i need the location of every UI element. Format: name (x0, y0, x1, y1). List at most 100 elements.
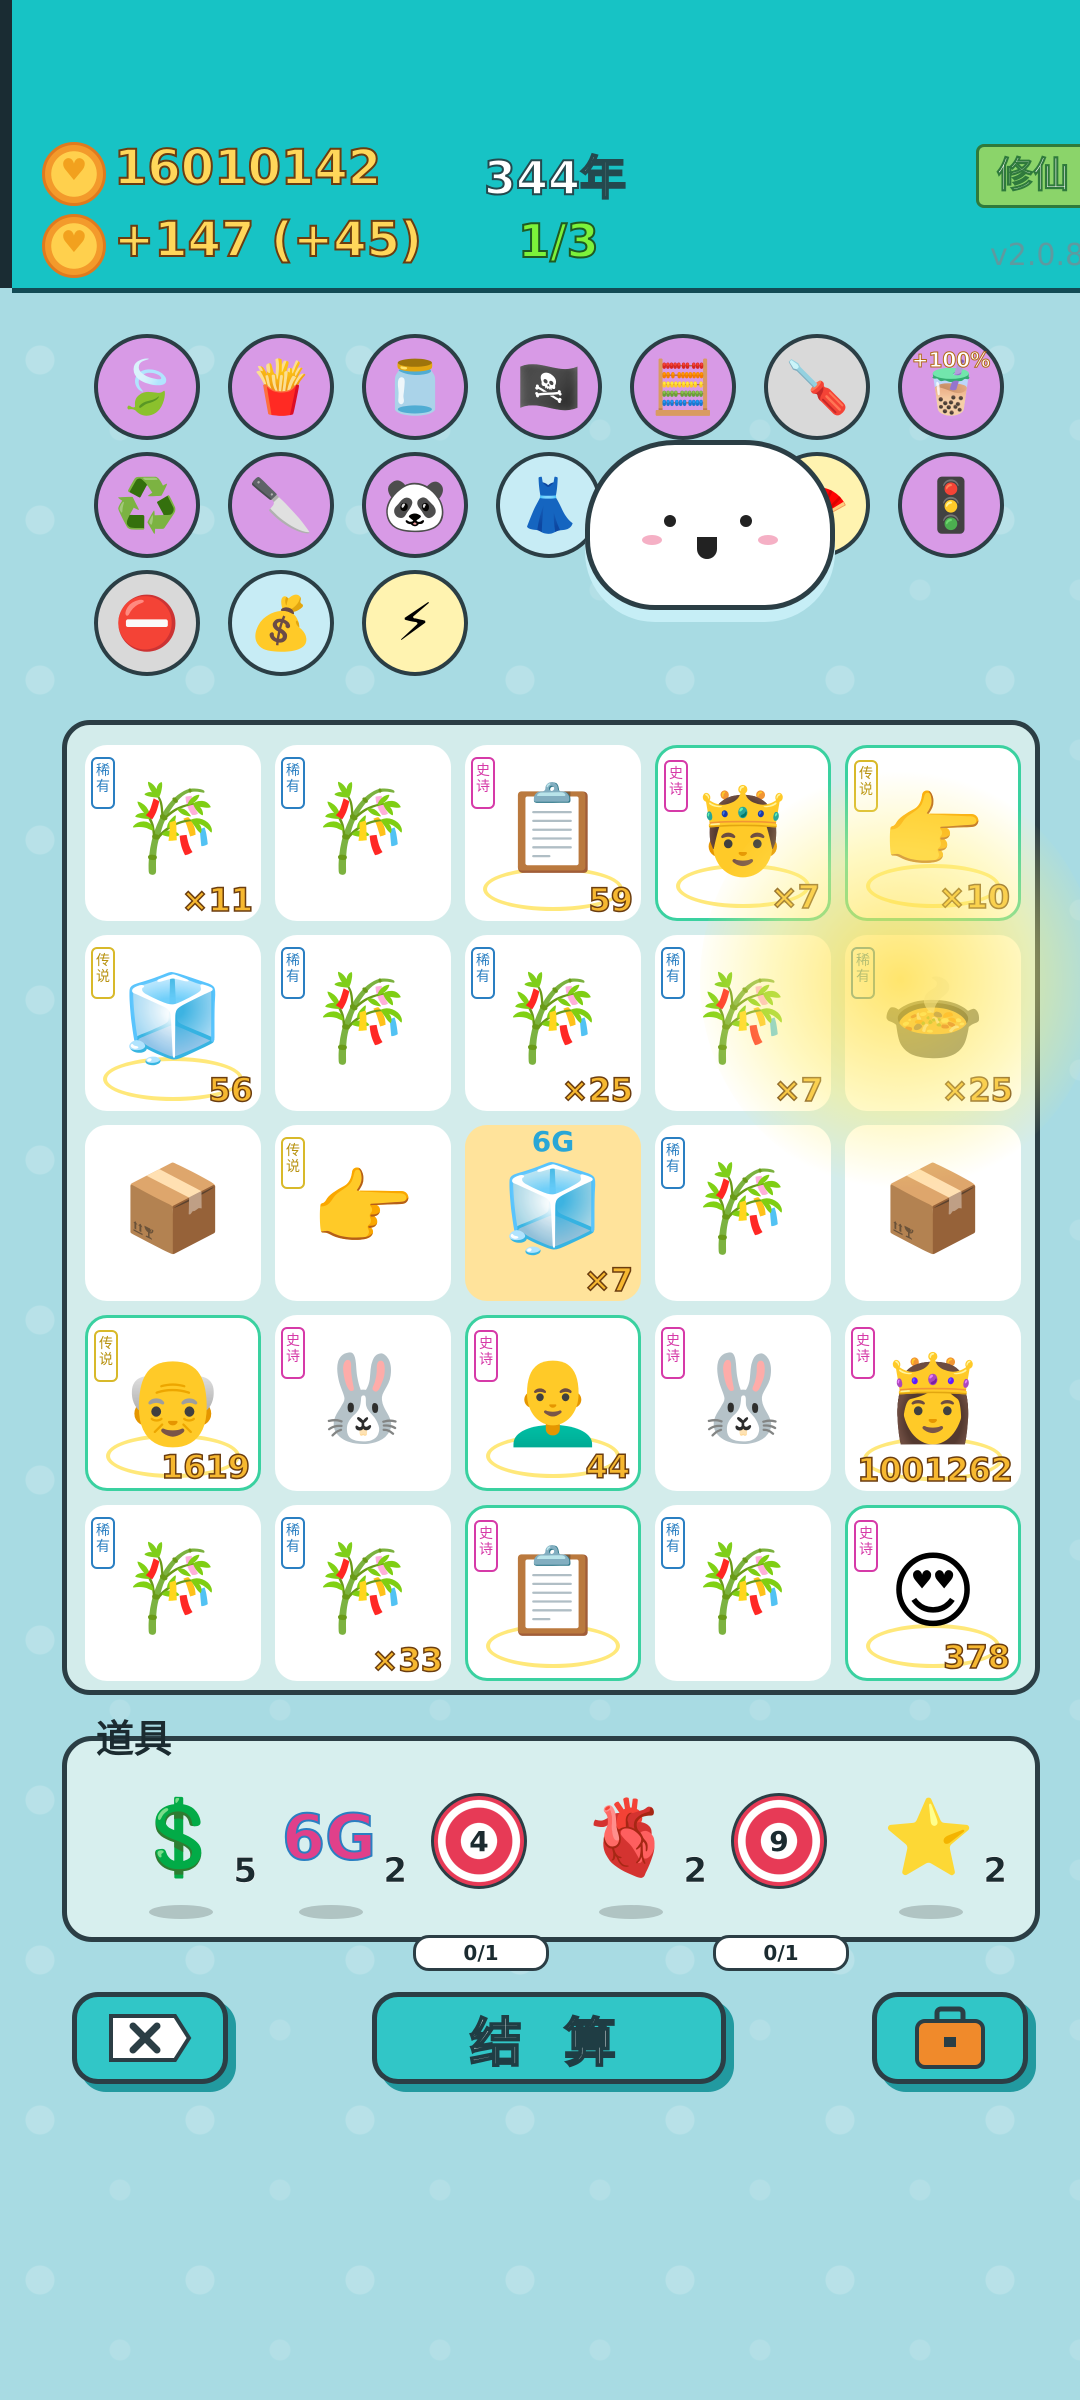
target-9-icon[interactable]: 9 0/1 (713, 1793, 849, 1971)
cleaver-icon-glyph: 🔪 (248, 475, 314, 536)
recycle-icon[interactable]: ♻️ (94, 452, 200, 558)
traffic-light-icon[interactable]: 🚦 (898, 452, 1004, 558)
board-cell[interactable]: 📋 史诗 59 (465, 745, 641, 921)
item-count: ×7 (770, 877, 821, 917)
board-cell[interactable]: 🎋 稀有 (655, 1505, 831, 1681)
close-button[interactable] (72, 1992, 228, 2084)
rarity-tag: 史诗 (474, 1520, 498, 1572)
prop-count: 2 (383, 1851, 407, 1892)
board-cell[interactable]: 🎋 稀有 (275, 935, 451, 1111)
liver-icon[interactable]: 🫀 2 (569, 1793, 707, 1919)
board-cell[interactable]: 🎋 稀有 ×11 (85, 745, 261, 921)
board-cell[interactable]: 🐰 史诗 (655, 1315, 831, 1491)
item-count: ×7 (583, 1260, 634, 1300)
board-cell[interactable]: 📦 (845, 1125, 1021, 1301)
lightning-icon[interactable]: ⚡ (362, 570, 468, 676)
star-icon[interactable]: ⭐ 2 (869, 1793, 1007, 1919)
minus-icon[interactable]: ⛔ (94, 570, 200, 676)
jar-icon[interactable]: 🫙 (362, 334, 468, 440)
cloud-mascot[interactable] (585, 440, 835, 610)
jar-icon-glyph: 🫙 (382, 357, 448, 418)
target-icon: 9 (731, 1793, 827, 1889)
recycle-icon-glyph: ♻️ (114, 475, 180, 536)
prop-progress: 0/1 (713, 1935, 849, 1971)
target-4-icon[interactable]: 4 0/1 (413, 1793, 549, 1971)
item-count: ×25 (561, 1070, 634, 1110)
item-count: 1619 (160, 1447, 251, 1487)
coin-rate-icon (42, 214, 106, 278)
rarity-tag: 史诗 (281, 1327, 305, 1379)
rarity-tag: 稀有 (661, 1137, 685, 1189)
fridge-icon: 🧊 (500, 1159, 606, 1257)
leaf-icon-glyph: 🍃 (114, 357, 180, 418)
board-cell[interactable]: 6G 🧊 ×7 (465, 1125, 641, 1301)
board-cell[interactable]: 🐰 史诗 (275, 1315, 451, 1491)
eyepatch-icon-glyph: 🏴‍☠️ (516, 357, 582, 418)
board-cell[interactable]: 🎋 稀有 (275, 745, 451, 921)
prop-shadow (899, 1905, 963, 1919)
rarity-tag: 史诗 (661, 1327, 685, 1379)
item-count: 1001262 (856, 1450, 1013, 1490)
math-face-icon[interactable]: 🧮 (630, 334, 736, 440)
board-cell[interactable]: 📦 (85, 1125, 261, 1301)
board-cell[interactable]: 📋 史诗 (465, 1505, 641, 1681)
rarity-tag: 稀有 (281, 757, 305, 809)
cultivate-button[interactable]: 修仙 (976, 144, 1080, 208)
board-cell[interactable]: 😍 史诗 378 (845, 1505, 1021, 1681)
prop-shadow (599, 1905, 663, 1919)
version-label: v2.0.8 (990, 238, 1080, 273)
minus-icon-glyph: ⛔ (114, 593, 180, 654)
cloud-mouth (697, 537, 717, 559)
board-cell[interactable]: 🎋 稀有 (85, 1505, 261, 1681)
item-count: ×11 (181, 880, 254, 920)
board-cell[interactable]: 👨‍🦲 史诗 44 (465, 1315, 641, 1491)
prop-shadow (149, 1905, 213, 1919)
item-count: ×33 (371, 1640, 444, 1680)
dollar-coin-icon[interactable]: 💲 5 (119, 1793, 257, 1919)
rarity-tag: 稀有 (91, 757, 115, 809)
milk-tea-icon[interactable]: 🧋 +100% (898, 334, 1004, 440)
props-title: 道具 (96, 1717, 173, 1761)
rarity-tag: 稀有 (661, 947, 685, 999)
fries-icon[interactable]: 🍟 (228, 334, 334, 440)
item-count: 44 (585, 1447, 631, 1487)
year-counter: 344年 (483, 150, 627, 206)
bag-button[interactable] (872, 1992, 1028, 2084)
close-icon (109, 2014, 192, 2062)
screwdriver-icon[interactable]: 🪛 (764, 334, 870, 440)
rarity-tag: 稀有 (851, 947, 875, 999)
board-cell[interactable]: 🎋 稀有 ×25 (465, 935, 641, 1111)
liver-icon-glyph: 🫀 (582, 1795, 676, 1881)
board-cell[interactable]: 🎋 稀有 ×7 (655, 935, 831, 1111)
board-cell[interactable]: 🎋 稀有 (655, 1125, 831, 1301)
rarity-tag: 传说 (854, 760, 878, 812)
sack-icon[interactable]: 💰 (228, 570, 334, 676)
board-cell[interactable]: 🎋 稀有 ×33 (275, 1505, 451, 1681)
board-cell[interactable]: 🧊 传说 56 (85, 935, 261, 1111)
6g-icon-glyph: 6G (281, 1800, 377, 1875)
prop-progress: 0/1 (413, 1935, 549, 1971)
board-cell[interactable]: 🍲 稀有 ×25 (845, 935, 1021, 1111)
cloud-eye-right (740, 515, 752, 527)
stage-progress: 1/3 (517, 213, 600, 269)
board-cell[interactable]: 👉 传说 ×10 (845, 745, 1021, 921)
board-cell[interactable]: 👸 史诗 1001262 (845, 1315, 1021, 1491)
leaf-icon[interactable]: 🍃 (94, 334, 200, 440)
panda-icon[interactable]: 🐼 (362, 452, 468, 558)
rarity-tag: 传说 (91, 947, 115, 999)
rarity-tag: 史诗 (854, 1520, 878, 1572)
6g-icon[interactable]: 6G 2 (269, 1793, 407, 1919)
settle-button[interactable]: 结 算 (372, 1992, 726, 2084)
panda-icon-glyph: 🐼 (382, 475, 448, 536)
eyepatch-icon[interactable]: 🏴‍☠️ (496, 334, 602, 440)
fries-icon-glyph: 🍟 (248, 357, 314, 418)
board-cell[interactable]: 🤴 史诗 ×7 (655, 745, 831, 921)
cleaver-icon[interactable]: 🔪 (228, 452, 334, 558)
board-cell[interactable]: 👴 传说 1619 (85, 1315, 261, 1491)
coin-income: +147 (+45) (113, 211, 423, 269)
top-bar: 16010142 +147 (+45) 344年 1/3 修仙 v2.0.8 (12, 0, 1080, 293)
status-strip (0, 0, 12, 288)
rarity-tag: 史诗 (664, 760, 688, 812)
board-cell[interactable]: 👉 传说 (275, 1125, 451, 1301)
rarity-tag: 史诗 (474, 1330, 498, 1382)
